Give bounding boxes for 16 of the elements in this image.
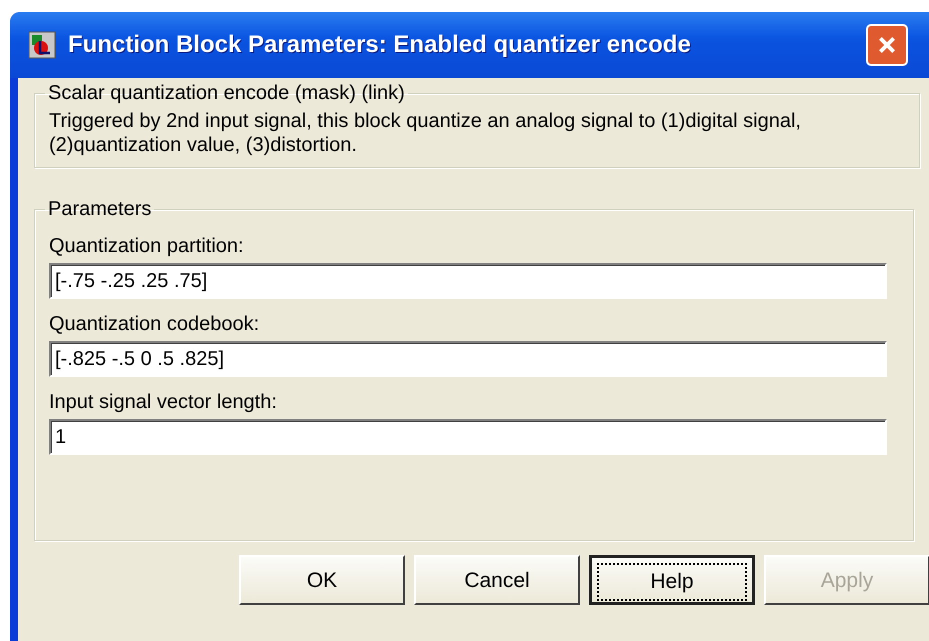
- input-field[interactable]: 1: [49, 419, 887, 455]
- close-button[interactable]: [866, 24, 908, 66]
- dialog-button[interactable]: OK: [239, 555, 405, 605]
- field-label: Quantization codebook:: [49, 313, 260, 336]
- input-field[interactable]: [-.825 -.5 0 .5 .825]: [49, 341, 887, 377]
- field-label: Quantization partition:: [49, 235, 245, 258]
- group-title: Scalar quantization encode (mask) (link): [47, 82, 406, 105]
- input-field[interactable]: [-.75 -.25 .25 .75]: [49, 263, 887, 299]
- description-text: Triggered by 2nd input signal, this block quantize an analog signal to (1)digital signal, (2)quantization value, (3)distortion.: [49, 109, 802, 157]
- field-label: Input signal vector length:: [49, 391, 278, 414]
- app-icon: [28, 31, 56, 59]
- dialog-button[interactable]: Cancel: [414, 555, 580, 605]
- close-icon: [876, 34, 898, 56]
- dialog-button[interactable]: Help: [589, 555, 755, 605]
- group-title: Parameters: [47, 198, 152, 221]
- window-title: Function Block Parameters: Enabled quantizer encode: [68, 31, 692, 59]
